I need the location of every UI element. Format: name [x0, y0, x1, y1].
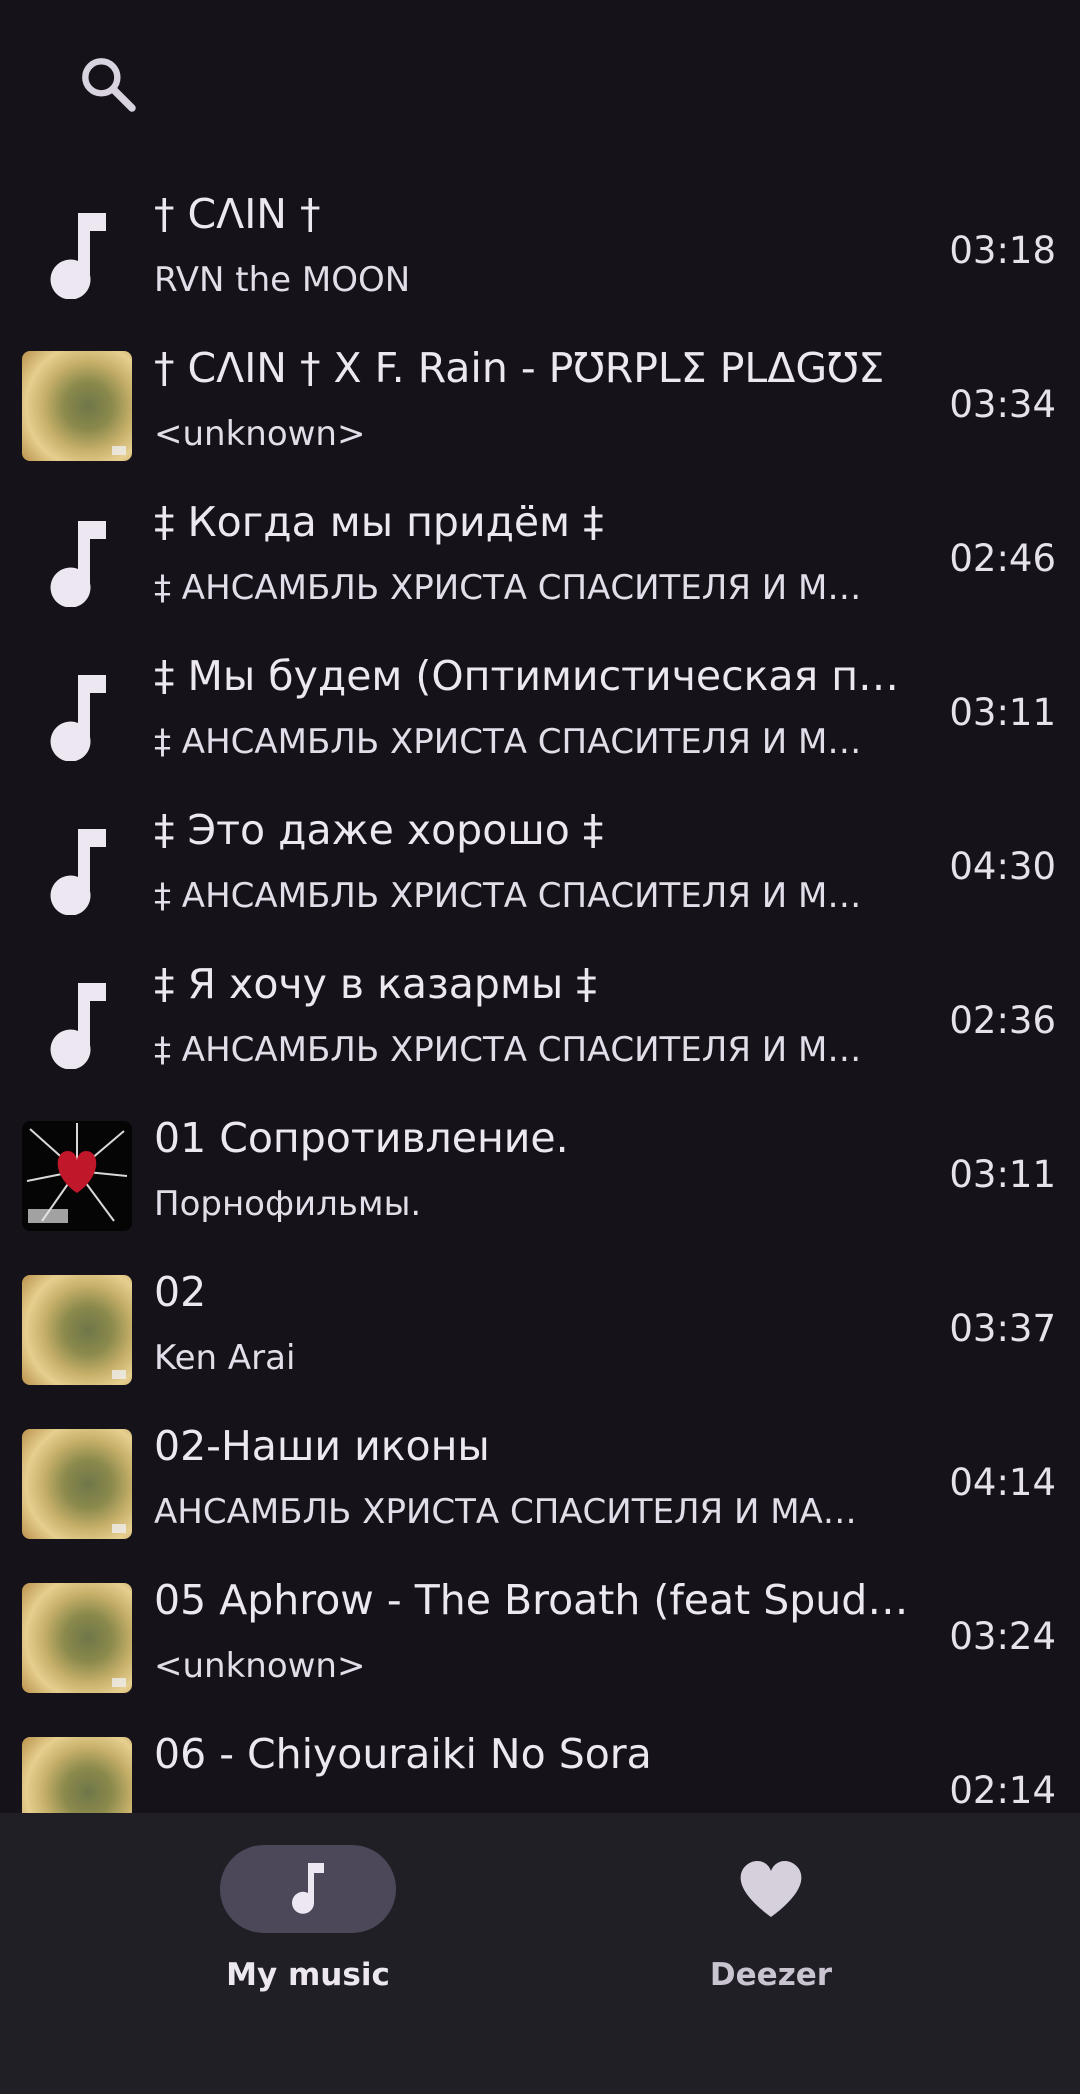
- track-duration: 03:11: [949, 1153, 1056, 1196]
- track-row[interactable]: † CΛIN † RVN the MOON 03:18: [0, 175, 1080, 329]
- track-title: 01 Сопротивление.: [154, 1114, 569, 1162]
- music-note-icon: [22, 659, 132, 769]
- track-title: 05 Aphrow - The Broath (feat SpudS…: [154, 1576, 924, 1624]
- track-row[interactable]: ‡ Я хочу в казармы ‡ ‡ АНСАМБЛЬ ХРИСТА С…: [0, 945, 1080, 1099]
- track-title: ‡ Мы будем (Оптимистическая пе…: [154, 652, 924, 700]
- track-duration: 02:36: [949, 999, 1056, 1042]
- music-note-icon: [22, 967, 132, 1077]
- track-title: 02: [154, 1268, 207, 1316]
- track-duration: 04:30: [949, 845, 1056, 888]
- track-row[interactable]: ‡ Это даже хорошо ‡ ‡ АНСАМБЛЬ ХРИСТА СП…: [0, 791, 1080, 945]
- track-duration: 03:24: [949, 1615, 1056, 1658]
- track-title: † CΛIN †: [154, 190, 321, 238]
- track-title: 02-Наши иконы: [154, 1422, 490, 1470]
- track-row[interactable]: 02 Ken Arai 03:37: [0, 1253, 1080, 1407]
- track-row[interactable]: 01 Сопротивление. Порнофильмы. 03:11: [0, 1099, 1080, 1253]
- search-icon[interactable]: [76, 52, 140, 116]
- track-duration: 02:14: [949, 1769, 1056, 1812]
- track-row[interactable]: ‡ Мы будем (Оптимистическая пе… ‡ АНСАМБ…: [0, 637, 1080, 791]
- track-title: ‡ Когда мы придём ‡: [154, 498, 604, 546]
- track-artist: <unknown>: [154, 1646, 366, 1686]
- track-duration: 03:11: [949, 691, 1056, 734]
- track-list[interactable]: † CΛIN † RVN the MOON 03:18 † CΛIN † X F…: [0, 175, 1080, 1813]
- nav-deezer[interactable]: Deezer: [621, 1845, 921, 2025]
- track-duration: 03:37: [949, 1307, 1056, 1350]
- track-artist: ‡ АНСАМБЛЬ ХРИСТА СПАСИТЕЛЯ И М…: [154, 1030, 862, 1070]
- track-title: ‡ Это даже хорошо ‡: [154, 806, 604, 854]
- album-art: [22, 1275, 132, 1385]
- track-title: 06 - Chiyouraiki No Sora: [154, 1730, 652, 1778]
- track-row[interactable]: 05 Aphrow - The Broath (feat SpudS… <unk…: [0, 1561, 1080, 1715]
- track-row[interactable]: ‡ Когда мы придём ‡ ‡ АНСАМБЛЬ ХРИСТА СП…: [0, 483, 1080, 637]
- track-artist: RVN the MOON: [154, 260, 411, 300]
- track-row[interactable]: † CΛIN † X F. Rain - PƱRPLΣ PLΔGƱΣ <unkn…: [0, 329, 1080, 483]
- nav-my-music[interactable]: My music: [158, 1845, 458, 2025]
- nav-label: My music: [226, 1957, 390, 1993]
- track-duration: 02:46: [949, 537, 1056, 580]
- track-row[interactable]: 06 - Chiyouraiki No Sora 02:14: [0, 1715, 1080, 1813]
- track-duration: 03:34: [949, 383, 1056, 426]
- bottom-navigation: My music Deezer: [0, 1813, 1080, 2094]
- track-title: † CΛIN † X F. Rain - PƱRPLΣ PLΔGƱΣ: [154, 344, 885, 392]
- top-bar: [0, 0, 1080, 175]
- music-note-icon: [22, 197, 132, 307]
- track-artist: Порнофильмы.: [154, 1184, 422, 1224]
- track-artist: АНСАМБЛЬ ХРИСТА СПАСИТЕЛЯ И МА…: [154, 1492, 857, 1532]
- track-title: ‡ Я хочу в казармы ‡: [154, 960, 597, 1008]
- track-artist: ‡ АНСАМБЛЬ ХРИСТА СПАСИТЕЛЯ И М…: [154, 722, 862, 762]
- album-art: [22, 351, 132, 461]
- track-artist: ‡ АНСАМБЛЬ ХРИСТА СПАСИТЕЛЯ И М…: [154, 876, 862, 916]
- track-duration: 03:18: [949, 229, 1056, 272]
- album-art: [22, 1737, 132, 1813]
- album-art: [22, 1429, 132, 1539]
- heart-icon: [731, 1849, 811, 1929]
- music-note-icon: [22, 813, 132, 923]
- album-art: [22, 1583, 132, 1693]
- album-art-heart: [22, 1121, 132, 1231]
- music-note-icon: [268, 1849, 348, 1929]
- music-note-icon: [22, 505, 132, 615]
- track-artist: Ken Arai: [154, 1338, 296, 1378]
- nav-label: Deezer: [709, 1957, 833, 1993]
- track-artist: <unknown>: [154, 414, 366, 454]
- track-duration: 04:14: [949, 1461, 1056, 1504]
- track-row[interactable]: 02-Наши иконы АНСАМБЛЬ ХРИСТА СПАСИТЕЛЯ …: [0, 1407, 1080, 1561]
- track-artist: ‡ АНСАМБЛЬ ХРИСТА СПАСИТЕЛЯ И М…: [154, 568, 862, 608]
